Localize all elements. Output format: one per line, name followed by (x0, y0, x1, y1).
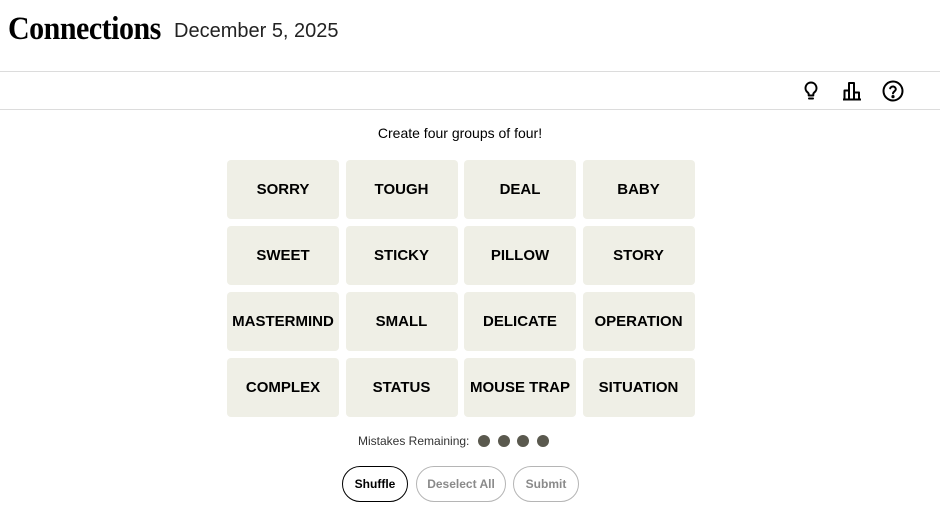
word-tile[interactable]: STORY (582, 226, 695, 285)
mistake-dot (497, 435, 510, 447)
word-grid: SORRY TOUGH DEAL BABY SWEET STICKY PILLO… (227, 160, 697, 417)
mistake-dot (478, 435, 491, 447)
mistake-dot (536, 435, 549, 447)
word-tile[interactable]: COMPLEX (227, 358, 339, 417)
word-tile[interactable]: MOUSE TRAP (464, 358, 576, 417)
stats-icon[interactable] (840, 79, 864, 103)
word-tile[interactable]: SWEET (227, 226, 339, 285)
shuffle-button[interactable]: Shuffle (342, 466, 408, 502)
page-title: Connections (8, 11, 161, 47)
submit-button[interactable]: Submit (513, 466, 579, 502)
help-icon[interactable] (881, 79, 905, 103)
word-tile[interactable]: SITUATION (582, 358, 695, 417)
instructions: Create four groups of four! (377, 125, 543, 141)
word-tile[interactable]: DELICATE (464, 292, 576, 351)
word-tile[interactable]: TOUGH (345, 160, 458, 219)
word-tile[interactable]: SMALL (345, 292, 458, 351)
mistakes-label: Mistakes Remaining: (358, 434, 470, 448)
word-tile[interactable]: PILLOW (464, 226, 576, 285)
mistake-dot (517, 435, 530, 447)
deselect-all-button[interactable]: Deselect All (416, 466, 506, 502)
word-tile[interactable]: STICKY (345, 226, 458, 285)
mistakes-remaining: Mistakes Remaining: (358, 434, 556, 448)
lightbulb-icon[interactable] (799, 79, 823, 103)
header: Connections December 5, 2025 (0, 0, 940, 72)
mistake-dots (478, 435, 556, 447)
word-tile[interactable]: SORRY (227, 160, 339, 219)
word-tile[interactable]: BABY (582, 160, 695, 219)
action-buttons: Shuffle Deselect All Submit (342, 466, 579, 502)
word-tile[interactable]: STATUS (345, 358, 458, 417)
word-tile[interactable]: MASTERMIND (227, 292, 339, 351)
word-tile[interactable]: OPERATION (582, 292, 695, 351)
puzzle-date: December 5, 2025 (174, 20, 339, 42)
toolbar (0, 72, 940, 110)
word-tile[interactable]: DEAL (464, 160, 576, 219)
